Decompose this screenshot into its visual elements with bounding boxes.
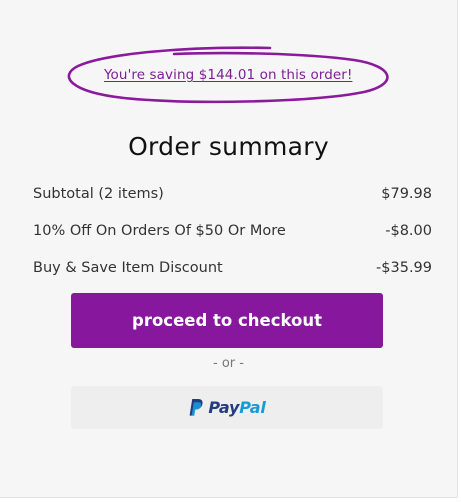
savings-callout: You're saving $144.01 on this order! <box>64 44 394 106</box>
row-value: -$8.00 <box>385 223 432 239</box>
order-summary-title: Order summary <box>128 132 329 161</box>
paypal-button[interactable]: PayPal <box>71 386 383 429</box>
order-summary-panel: You're saving $144.01 on this order! Ord… <box>0 0 458 498</box>
paypal-wordmark: PayPal <box>208 398 266 417</box>
or-separator: - or - <box>213 356 244 371</box>
summary-row-item-discount: Buy & Save Item Discount -$35.99 <box>33 257 432 279</box>
proceed-to-checkout-button[interactable]: proceed to checkout <box>71 293 383 348</box>
savings-link[interactable]: You're saving $144.01 on this order! <box>104 67 352 83</box>
row-label: Subtotal (2 items) <box>33 186 164 202</box>
summary-row-percent-discount: 10% Off On Orders Of $50 Or More -$8.00 <box>33 220 432 242</box>
checkout-button-label: proceed to checkout <box>132 311 322 330</box>
row-label: 10% Off On Orders Of $50 Or More <box>33 223 286 239</box>
paypal-logo: PayPal <box>188 398 266 417</box>
row-label: Buy & Save Item Discount <box>33 260 223 276</box>
paypal-icon <box>189 399 203 416</box>
summary-row-subtotal: Subtotal (2 items) $79.98 <box>33 183 432 205</box>
row-value: -$35.99 <box>376 260 432 276</box>
row-value: $79.98 <box>381 186 432 202</box>
